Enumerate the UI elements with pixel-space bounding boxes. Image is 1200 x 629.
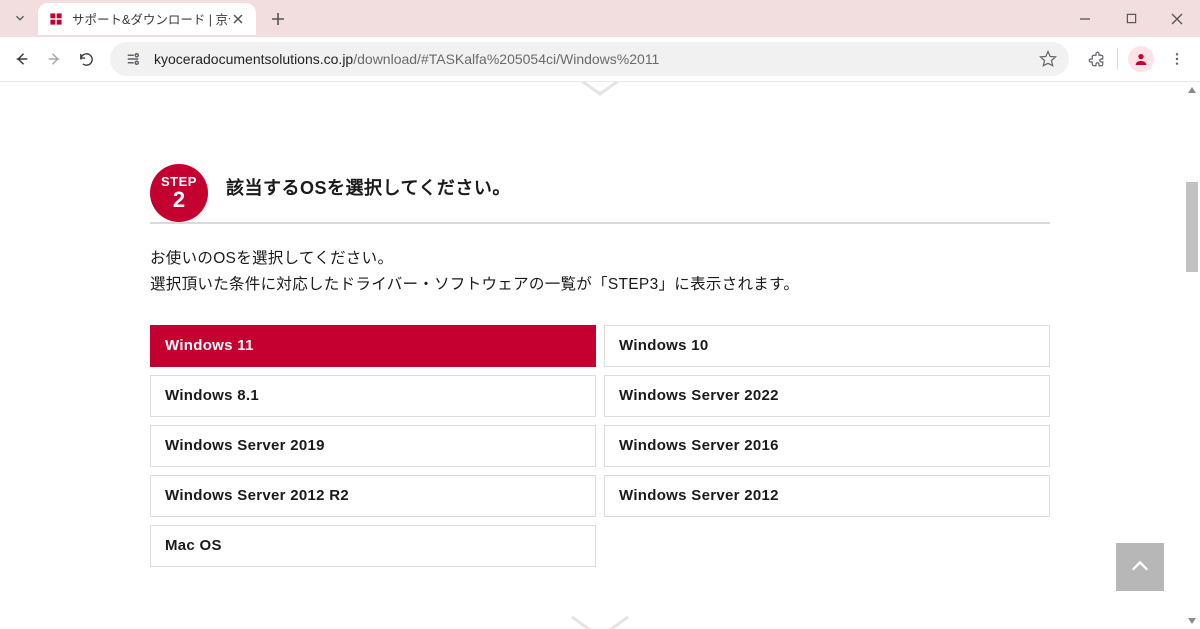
reload-icon [78,51,95,68]
step-number: 2 [173,189,185,211]
close-icon [1171,13,1183,25]
chevron-up-icon [1129,556,1151,578]
tab-strip: サポート&ダウンロード | 京セラドキュ [0,0,1200,37]
step-separator-top [0,82,1200,100]
os-option-button[interactable]: Windows Server 2016 [604,425,1050,467]
os-selection-grid: Windows 11Windows 10Windows 8.1Windows S… [150,325,1050,567]
browser-tab[interactable]: サポート&ダウンロード | 京セラドキュ [38,3,256,35]
step-title: 該当するOSを選択してください。 [226,174,511,200]
page-viewport: STEP 2 該当するOSを選択してください。 お使いのOSを選択してください。… [0,82,1200,629]
tab-title: サポート&ダウンロード | 京セラドキュ [72,9,230,28]
page-content: STEP 2 該当するOSを選択してください。 お使いのOSを選択してください。… [0,82,1200,629]
scrollbar[interactable] [1184,82,1200,629]
chevron-down-large-icon [570,615,630,629]
window-close-button[interactable] [1154,0,1200,37]
toolbar-divider [1117,48,1118,70]
window-controls [1062,0,1200,37]
tabs-area: サポート&ダウンロード | 京セラドキュ [0,0,292,37]
scroll-down-button[interactable] [1184,613,1200,629]
window-minimize-button[interactable] [1062,0,1108,37]
favicon-kyocera-icon [48,11,64,27]
person-icon [1133,51,1149,67]
avatar [1128,46,1154,72]
step-description: お使いのOSを選択してください。 選択頂いた条件に対応したドライバー・ソフトウェ… [150,246,1050,299]
os-option-button[interactable]: Mac OS [150,525,596,567]
tab-close-button[interactable] [230,11,246,27]
desc-line-2: 選択頂いた条件に対応したドライバー・ソフトウェアの一覧が「STEP3」に表示され… [150,272,1050,298]
chevron-down-large-icon [570,82,630,100]
step-separator-bottom [0,615,1200,629]
kebab-icon [1169,51,1185,67]
browser-menu-button[interactable] [1160,42,1194,76]
os-option-button[interactable]: Windows Server 2012 R2 [150,475,596,517]
os-option-button[interactable]: Windows Server 2022 [604,375,1050,417]
bookmark-button[interactable] [1039,50,1057,68]
scroll-up-button[interactable] [1184,82,1200,98]
os-option-button[interactable]: Windows Server 2019 [150,425,596,467]
triangle-down-icon [1187,616,1197,626]
url-domain: kyoceradocumentsolutions.co.jp [154,51,353,67]
plus-icon [271,12,285,26]
star-icon [1039,50,1057,68]
triangle-up-icon [1187,85,1197,95]
address-bar[interactable]: kyoceradocumentsolutions.co.jp/download/… [110,42,1069,76]
maximize-icon [1126,13,1137,24]
arrow-right-icon [45,50,63,68]
reload-button[interactable] [70,43,102,75]
profile-button[interactable] [1124,42,1158,76]
back-button[interactable] [6,43,38,75]
search-tabs-button[interactable] [2,3,38,33]
arrow-left-icon [13,50,31,68]
back-to-top-button[interactable] [1116,543,1164,591]
scroll-thumb[interactable] [1186,182,1198,272]
os-option-button[interactable]: Windows 11 [150,325,596,367]
browser-toolbar: kyoceradocumentsolutions.co.jp/download/… [0,37,1200,82]
new-tab-button[interactable] [264,5,292,33]
url-path: /download/#TASKalfa%205054ci/Windows%201… [353,51,659,67]
close-icon [233,14,243,24]
os-option-button[interactable]: Windows 8.1 [150,375,596,417]
url-text: kyoceradocumentsolutions.co.jp/download/… [154,51,1031,67]
minimize-icon [1079,13,1091,25]
site-settings-icon[interactable] [122,48,144,70]
forward-button[interactable] [38,43,70,75]
extensions-button[interactable] [1079,42,1113,76]
os-option-button[interactable]: Windows Server 2012 [604,475,1050,517]
step-header: STEP 2 該当するOSを選択してください。 [150,158,1050,224]
puzzle-icon [1087,50,1105,68]
window-maximize-button[interactable] [1108,0,1154,37]
desc-line-1: お使いのOSを選択してください。 [150,246,1050,272]
os-option-button[interactable]: Windows 10 [604,325,1050,367]
chevron-down-icon [13,11,27,25]
step-badge: STEP 2 [150,164,208,222]
